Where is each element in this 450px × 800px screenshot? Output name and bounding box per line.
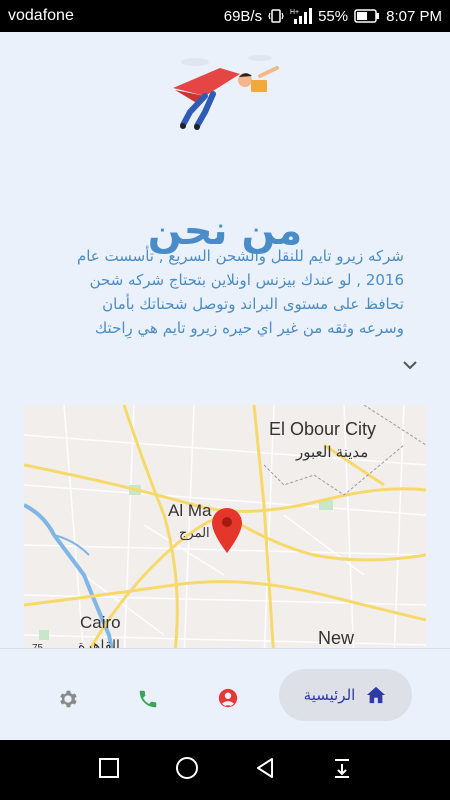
bottom-navigation: الرئيسية xyxy=(0,648,450,740)
map-label-cairo: Cairo xyxy=(80,613,121,632)
nav-settings[interactable] xyxy=(48,679,88,719)
about-text: شركه زيرو تايم للنقل والشحن السريع , تأس… xyxy=(34,244,404,340)
app-screen: من نحن شركه زيرو تايم للنقل والشحن السري… xyxy=(0,32,450,740)
status-bar: vodafone 69B/s H+ 55% 8:07 PM xyxy=(0,0,450,32)
vibrate-icon xyxy=(268,8,284,24)
map-label-obour: El Obour City xyxy=(269,419,377,439)
about-line: 2016 , لو عندك بيزنس اونلاين بتحتاج شركه… xyxy=(89,271,404,289)
svg-text:H+: H+ xyxy=(290,9,299,16)
clock: 8:07 PM xyxy=(386,7,442,25)
network-speed: 69B/s xyxy=(223,7,263,25)
signal-icon: H+ xyxy=(290,7,313,25)
home-icon xyxy=(367,686,386,704)
battery-icon xyxy=(354,9,380,23)
about-line: شركه زيرو تايم للنقل والشحن السريع , تأس… xyxy=(76,247,404,265)
phone-icon xyxy=(139,690,157,708)
nav-home-label: الرئيسية xyxy=(303,686,356,704)
notification-pull-icon[interactable] xyxy=(331,757,353,783)
about-line: تحافظ على مستوى البراند وتوصل شحناتك بأم… xyxy=(102,295,404,313)
settings-icon xyxy=(60,690,77,708)
nav-profile[interactable] xyxy=(208,679,248,719)
map-label-marg-ar: المرج xyxy=(179,525,210,540)
map-label-marg: Al Ma xyxy=(168,501,212,520)
battery-percent: 55% xyxy=(318,7,349,25)
about-line: وسرعه وثقه من غير اي حيره زيرو تايم هي ر… xyxy=(94,319,404,337)
nav-home[interactable]: الرئيسية xyxy=(279,669,412,721)
nav-phone[interactable] xyxy=(128,679,168,719)
carrier-name: vodafone xyxy=(8,7,74,24)
system-navigation-bar xyxy=(0,740,450,800)
map-label-obour-ar: مدينة العبور xyxy=(296,444,369,461)
back-button-icon[interactable] xyxy=(254,757,276,783)
chevron-down-icon[interactable] xyxy=(400,357,420,371)
delivery-hero-illustration xyxy=(165,50,280,130)
recents-button-icon[interactable] xyxy=(98,757,120,783)
map-view[interactable]: El Obour City مدينة العبور Al Ma المرج C… xyxy=(24,405,426,660)
map-label-new: New xyxy=(318,628,355,648)
profile-icon xyxy=(218,688,238,708)
home-button-icon[interactable] xyxy=(175,756,199,784)
